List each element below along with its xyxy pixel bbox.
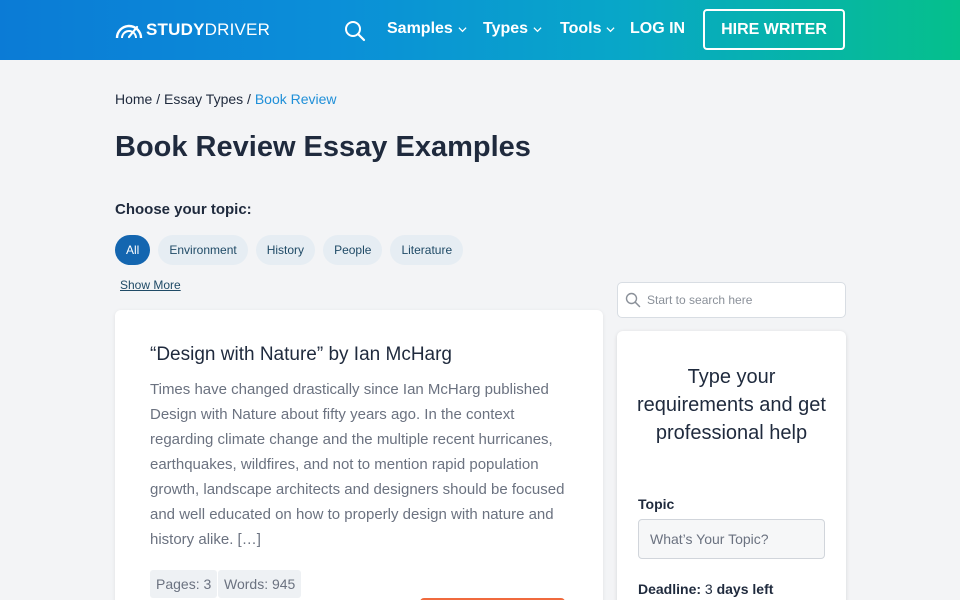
topic-field[interactable]: [638, 519, 825, 559]
essay-excerpt: Times have changed drastically since Ian…: [150, 381, 565, 548]
breadcrumb-essay-types[interactable]: Essay Types: [164, 91, 243, 107]
topic-chip-all[interactable]: All: [115, 235, 151, 265]
page-title: Book Review Essay Examples: [115, 131, 531, 163]
site-header: STUDYDRIVER Samples Types Tools LOG IN H…: [0, 0, 960, 60]
search-icon[interactable]: [344, 20, 366, 42]
essay-words-badge: Words: 945: [218, 570, 302, 598]
sidebar-search-input[interactable]: [647, 293, 837, 307]
show-more-link[interactable]: Show More: [120, 278, 181, 292]
topic-chip-environment[interactable]: Environment: [158, 235, 248, 265]
chevron-down-icon: [533, 26, 542, 32]
deadline-value[interactable]: 3: [705, 581, 713, 597]
topic-chips: All Environment History People Literatur…: [115, 235, 464, 265]
essay-title[interactable]: “Design with Nature” by Ian McHarg: [150, 344, 452, 366]
deadline-suffix: days left: [716, 581, 774, 597]
nav-types[interactable]: Types: [483, 20, 542, 38]
logo-icon: [115, 24, 143, 39]
studydriver-logo[interactable]: STUDYDRIVER: [115, 20, 270, 40]
topic-chip-history[interactable]: History: [255, 235, 316, 265]
topic-chip-people[interactable]: People: [323, 235, 383, 265]
topic-chip-literature[interactable]: Literature: [390, 235, 464, 265]
login-link[interactable]: LOG IN: [630, 20, 685, 38]
help-form-card: Type your requirements and get professio…: [617, 331, 846, 600]
sidebar-search: [617, 282, 846, 318]
help-form-title: Type your requirements and get professio…: [636, 366, 826, 444]
breadcrumb-home[interactable]: Home: [115, 91, 152, 107]
breadcrumb: Home / Essay Types / Book Review: [115, 91, 337, 107]
deadline-label: Deadline:: [638, 581, 702, 597]
nav-samples-label: Samples: [387, 20, 453, 37]
breadcrumb-separator: /: [152, 91, 165, 107]
logo-text: STUDYDRIVER: [146, 20, 271, 39]
search-icon: [625, 292, 641, 308]
topic-field-label: Topic: [638, 496, 675, 512]
chevron-down-icon: [458, 26, 467, 32]
breadcrumb-current[interactable]: Book Review: [255, 91, 337, 107]
breadcrumb-separator: /: [243, 91, 255, 107]
chevron-down-icon: [606, 26, 616, 32]
nav-samples[interactable]: Samples: [387, 20, 467, 38]
nav-tools[interactable]: Tools: [560, 20, 616, 38]
essay-card: “Design with Nature” by Ian McHarg Times…: [115, 310, 603, 600]
nav-tools-label: Tools: [560, 20, 602, 37]
deadline-row: Deadline: 3 days left: [638, 581, 773, 597]
essay-pages-badge: Pages: 3: [150, 570, 218, 598]
nav-types-label: Types: [483, 20, 529, 37]
hire-writer-button[interactable]: HIRE WRITER: [703, 9, 845, 50]
topic-label: Choose your topic:: [115, 201, 252, 218]
